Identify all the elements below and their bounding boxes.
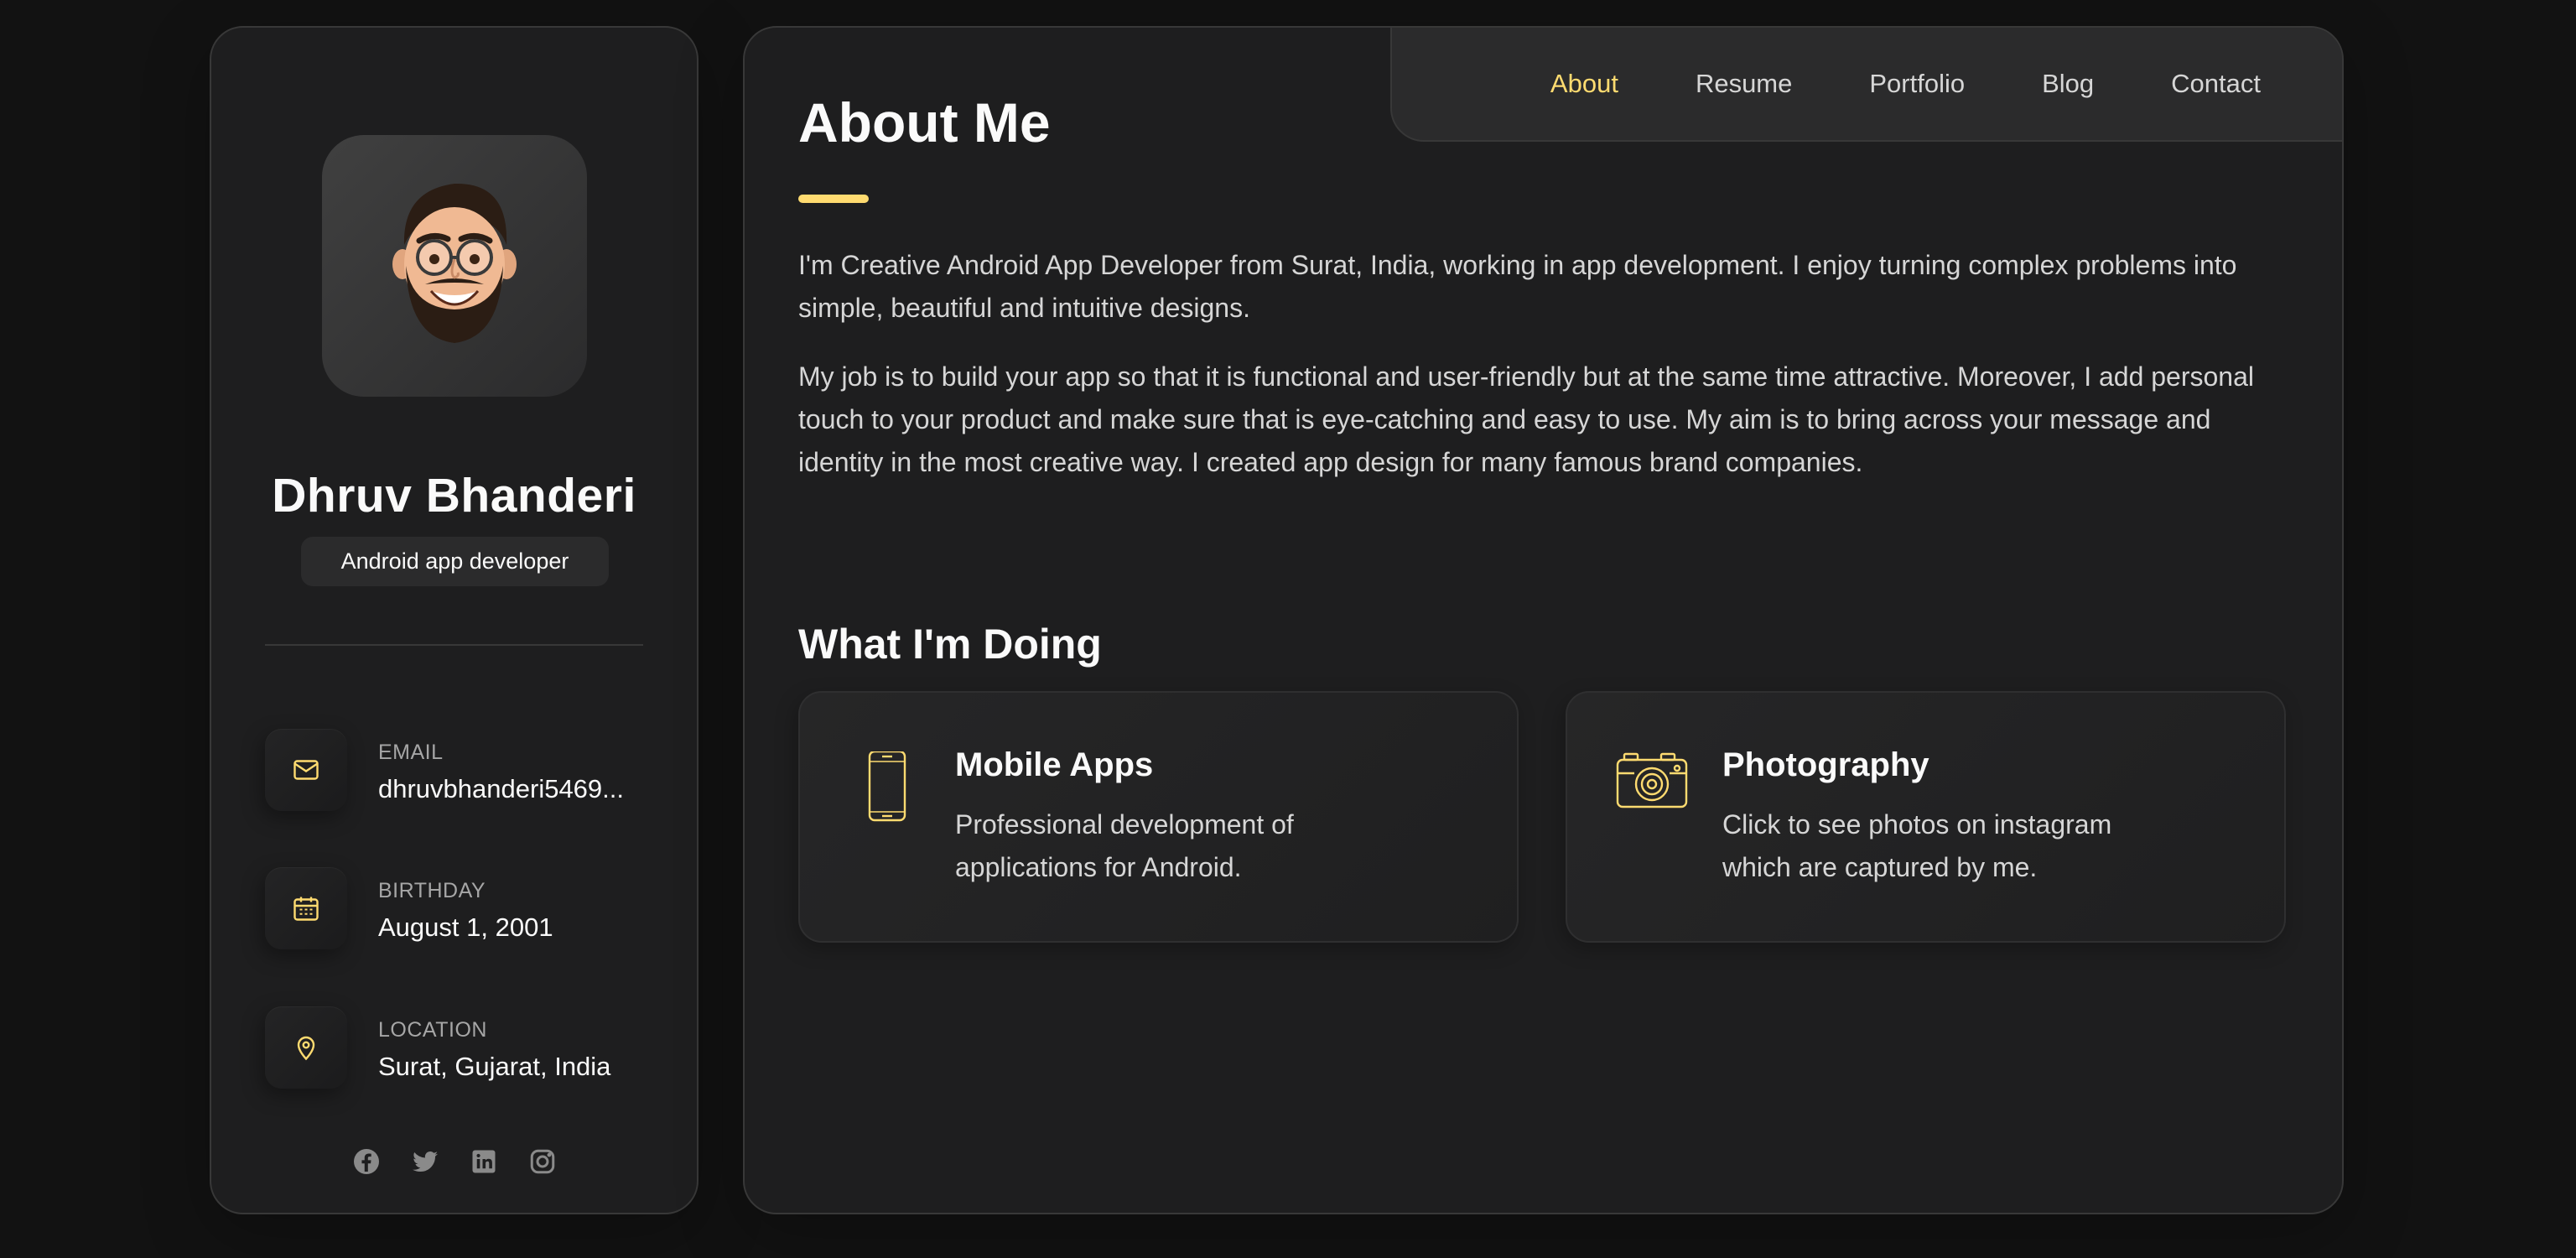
memoji-avatar-icon bbox=[392, 183, 517, 343]
service-title: Mobile Apps bbox=[955, 746, 1154, 783]
nav-contact[interactable]: Contact bbox=[2171, 69, 2261, 99]
sidebar: Dhruv Bhanderi Android app developer EMA… bbox=[210, 26, 699, 1214]
twitter-icon[interactable] bbox=[410, 1146, 440, 1177]
service-card-mobile-apps: Mobile Apps Professional development of … bbox=[798, 691, 1519, 943]
contact-birthday: BIRTHDAY August 1, 2001 bbox=[265, 867, 651, 951]
location-pin-icon bbox=[265, 1006, 347, 1089]
about-text: I'm Creative Android App Developer from … bbox=[798, 244, 2291, 484]
service-description: Professional development of applications… bbox=[955, 809, 1294, 882]
main-content: About Resume Portfolio Blog Contact Abou… bbox=[743, 26, 2344, 1214]
service-card-photography[interactable]: Photography Click to see photos on insta… bbox=[1566, 691, 2286, 943]
nav-blog[interactable]: Blog bbox=[2042, 69, 2094, 99]
social-links bbox=[211, 1146, 697, 1177]
contact-email-value[interactable]: dhruvbhanderi5469... bbox=[378, 774, 647, 804]
mobile-phone-icon bbox=[849, 751, 924, 827]
contact-email: EMAIL dhruvbhanderi5469... bbox=[265, 729, 651, 813]
contact-location-label: LOCATION bbox=[378, 1018, 487, 1042]
profile-name: Dhruv Bhanderi bbox=[272, 469, 636, 522]
nav-portfolio[interactable]: Portfolio bbox=[1869, 69, 1965, 99]
nav-resume[interactable]: Resume bbox=[1696, 69, 1792, 99]
mail-icon bbox=[265, 729, 347, 811]
facebook-icon[interactable] bbox=[351, 1146, 382, 1177]
contact-birthday-label: BIRTHDAY bbox=[378, 879, 486, 902]
contact-birthday-value: August 1, 2001 bbox=[378, 912, 553, 942]
linkedin-icon[interactable] bbox=[469, 1146, 499, 1177]
about-paragraph: My job is to build your app so that it i… bbox=[798, 361, 2254, 477]
about-paragraph: I'm Creative Android App Developer from … bbox=[798, 250, 2237, 323]
avatar bbox=[322, 135, 587, 397]
contact-location-value: Surat, Gujarat, India bbox=[378, 1052, 611, 1081]
profile-title-badge: Android app developer bbox=[301, 537, 609, 586]
service-title: Photography bbox=[1722, 746, 1929, 783]
sidebar-separator bbox=[265, 644, 643, 646]
page-title: About Me bbox=[798, 91, 1051, 153]
services-title: What I'm Doing bbox=[798, 621, 1102, 668]
contact-location: LOCATION Surat, Gujarat, India bbox=[265, 1006, 651, 1090]
calendar-icon bbox=[265, 867, 347, 949]
contact-email-label: EMAIL bbox=[378, 741, 444, 764]
navbar: About Resume Portfolio Blog Contact bbox=[1390, 28, 2342, 142]
title-underline bbox=[798, 195, 869, 203]
nav-about[interactable]: About bbox=[1550, 69, 1618, 99]
service-description: Click to see photos on instagram which a… bbox=[1722, 809, 2112, 882]
camera-icon bbox=[1616, 751, 1691, 827]
instagram-icon[interactable] bbox=[527, 1146, 558, 1177]
